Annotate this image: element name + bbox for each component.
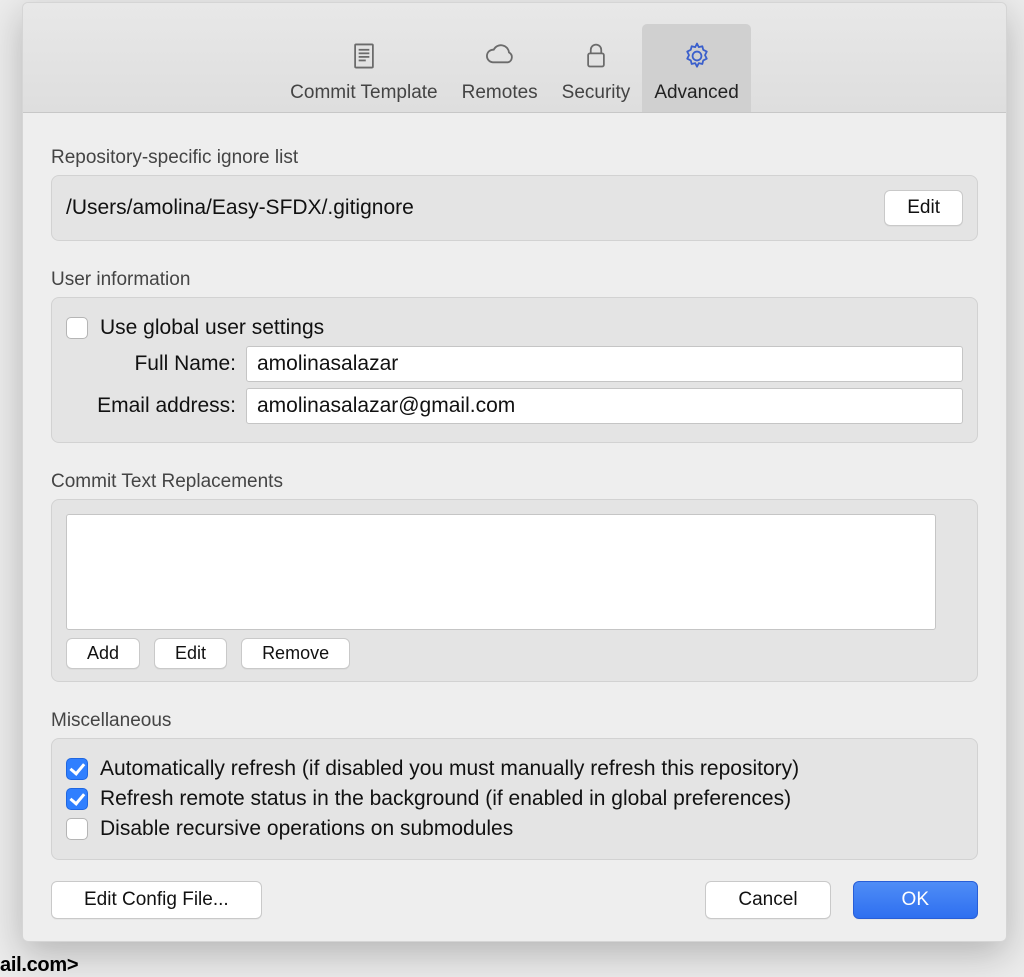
ignore-list-panel: /Users/amolina/Easy-SFDX/.gitignore Edit (51, 175, 978, 241)
tab-security[interactable]: Security (550, 24, 643, 112)
ignore-path: /Users/amolina/Easy-SFDX/.gitignore (66, 196, 414, 220)
settings-body: Repository-specific ignore list /Users/a… (23, 113, 1006, 867)
miscellaneous-header: Miscellaneous (51, 710, 978, 732)
user-info-panel: Use global user settings Full Name: Emai… (51, 297, 978, 443)
disable-recursive-checkbox[interactable] (66, 818, 88, 840)
tab-advanced[interactable]: Advanced (642, 24, 751, 112)
lock-icon (578, 38, 614, 74)
settings-toolbar: Commit Template Remotes Security Advance… (23, 3, 1006, 113)
cancel-button[interactable]: Cancel (705, 881, 830, 919)
settings-window: Commit Template Remotes Security Advance… (22, 2, 1007, 942)
auto-refresh-checkbox[interactable] (66, 758, 88, 780)
use-global-checkbox[interactable] (66, 317, 88, 339)
replacements-panel: Add Edit Remove (51, 499, 978, 682)
replacements-header: Commit Text Replacements (51, 471, 978, 493)
add-replacement-button[interactable]: Add (66, 638, 140, 669)
email-input[interactable] (246, 388, 963, 424)
refresh-remote-checkbox[interactable] (66, 788, 88, 810)
background-text-fragment: ail.com> (0, 954, 78, 977)
edit-replacement-button[interactable]: Edit (154, 638, 227, 669)
ignore-list-header: Repository-specific ignore list (51, 147, 978, 169)
tab-label: Advanced (654, 82, 739, 104)
email-label: Email address: (66, 394, 246, 418)
dialog-footer: Edit Config File... Cancel OK (23, 867, 1006, 941)
cloud-icon (482, 38, 518, 74)
ok-button[interactable]: OK (853, 881, 978, 919)
full-name-label: Full Name: (66, 352, 246, 376)
user-info-header: User information (51, 269, 978, 291)
edit-ignore-button[interactable]: Edit (884, 190, 963, 226)
replacements-list[interactable] (66, 514, 936, 630)
tab-commit-template[interactable]: Commit Template (278, 24, 449, 112)
miscellaneous-panel: Automatically refresh (if disabled you m… (51, 738, 978, 860)
refresh-remote-label: Refresh remote status in the background … (100, 787, 791, 811)
full-name-input[interactable] (246, 346, 963, 382)
edit-config-button[interactable]: Edit Config File... (51, 881, 262, 919)
tab-label: Commit Template (290, 82, 437, 104)
template-icon (346, 38, 382, 74)
disable-recursive-label: Disable recursive operations on submodul… (100, 817, 513, 841)
auto-refresh-label: Automatically refresh (if disabled you m… (100, 757, 799, 781)
remove-replacement-button[interactable]: Remove (241, 638, 350, 669)
tab-label: Security (562, 82, 631, 104)
tab-label: Remotes (462, 82, 538, 104)
tab-remotes[interactable]: Remotes (450, 24, 550, 112)
gear-icon (679, 38, 715, 74)
use-global-label: Use global user settings (100, 316, 324, 340)
